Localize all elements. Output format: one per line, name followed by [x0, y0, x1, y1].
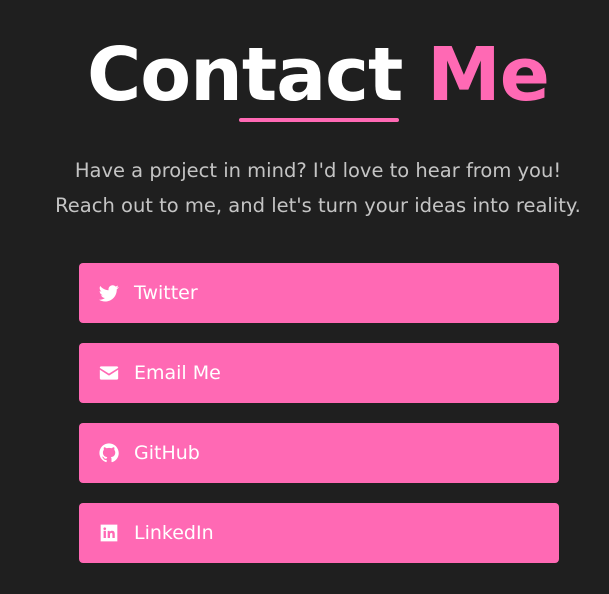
tagline-line-1: Have a project in mind? I'd love to hear… [74, 159, 562, 182]
github-button-label: GitHub [134, 442, 200, 464]
title-word-me: Me [427, 32, 550, 118]
title-underline [239, 118, 399, 122]
page-title: Contact Me [0, 30, 609, 120]
envelope-icon [99, 363, 119, 383]
twitter-button[interactable]: Twitter [79, 263, 559, 323]
tagline-line-2: Reach out to me, and let's turn your ide… [55, 194, 581, 217]
github-button[interactable]: GitHub [79, 423, 559, 483]
email-button-label: Email Me [134, 362, 221, 384]
linkedin-icon [99, 523, 119, 543]
contact-links: Twitter Email Me GitHub LinkedIn [79, 263, 559, 583]
github-icon [99, 443, 119, 463]
title-word-contact: Contact [87, 32, 403, 118]
linkedin-button-label: LinkedIn [134, 522, 214, 544]
email-button[interactable]: Email Me [79, 343, 559, 403]
tagline: Have a project in mind? I'd love to hear… [0, 153, 609, 223]
twitter-icon [99, 283, 119, 303]
twitter-button-label: Twitter [134, 282, 198, 304]
linkedin-button[interactable]: LinkedIn [79, 503, 559, 563]
